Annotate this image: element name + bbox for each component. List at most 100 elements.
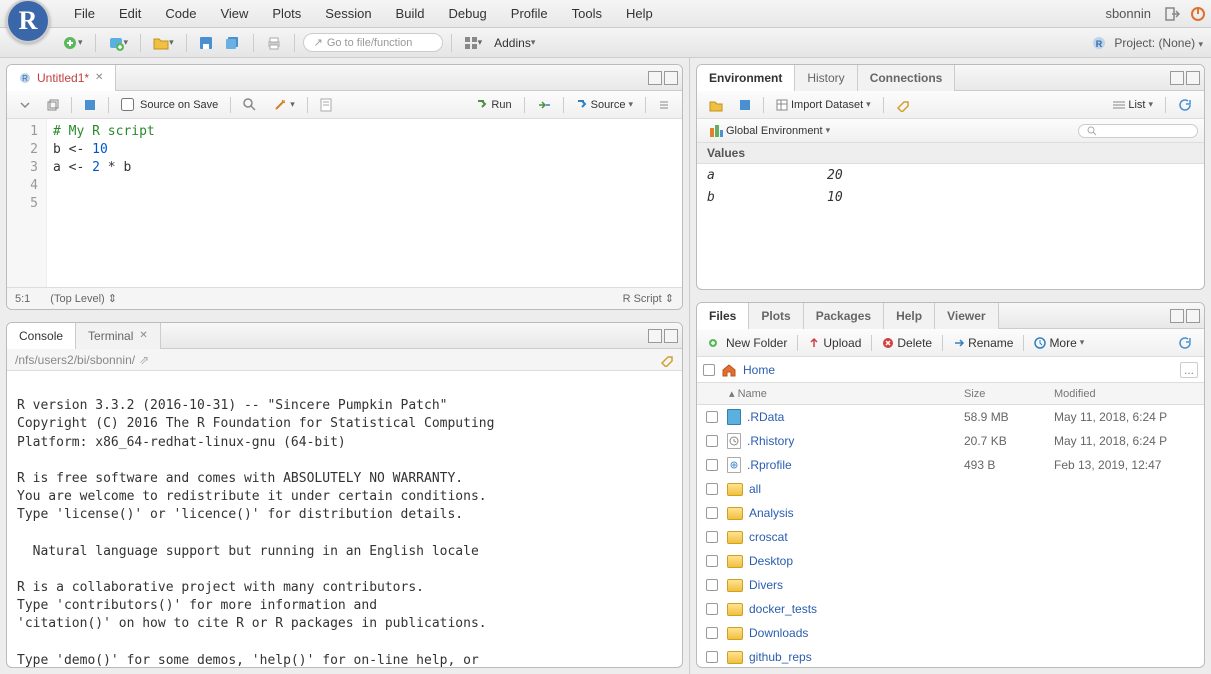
select-all-checkbox[interactable] (703, 364, 715, 376)
new-file-button[interactable]: ▾ (58, 33, 87, 53)
file-name-link[interactable]: Analysis (727, 506, 964, 520)
minimize-console-icon[interactable] (648, 329, 662, 343)
menu-plots[interactable]: Plots (260, 6, 313, 21)
outline-icon[interactable] (652, 97, 676, 113)
menu-file[interactable]: File (62, 6, 107, 21)
menu-tools[interactable]: Tools (560, 6, 614, 21)
file-name-link[interactable]: .RData (727, 409, 964, 425)
plots-tab[interactable]: Plots (749, 303, 803, 329)
maximize-env-icon[interactable] (1186, 71, 1200, 85)
environment-tab[interactable]: Environment (697, 65, 795, 91)
addins-dropdown[interactable]: Addins ▾ (490, 34, 539, 52)
menu-code[interactable]: Code (153, 6, 208, 21)
file-name-link[interactable]: Downloads (727, 626, 964, 640)
minimize-pane-icon[interactable] (648, 71, 662, 85)
refresh-files-icon[interactable] (1172, 334, 1198, 352)
file-name-link[interactable]: .Rprofile (727, 457, 964, 473)
file-checkbox[interactable] (706, 507, 718, 519)
menu-build[interactable]: Build (384, 6, 437, 21)
code-tools-icon[interactable]: ▾ (267, 96, 301, 114)
env-row[interactable]: b10 (697, 186, 1204, 208)
maximize-pane-icon[interactable] (664, 71, 678, 85)
rerun-button[interactable] (531, 97, 557, 113)
file-name-link[interactable]: all (727, 482, 964, 496)
file-checkbox[interactable] (706, 579, 718, 591)
save-button[interactable] (195, 34, 217, 52)
col-modified[interactable]: Modified (1054, 388, 1204, 400)
file-name-link[interactable]: github_reps (727, 650, 964, 664)
home-icon[interactable] (721, 362, 737, 378)
env-row[interactable]: a20 (697, 164, 1204, 186)
viewer-tab[interactable]: Viewer (935, 303, 998, 329)
env-scope-selector[interactable]: Global Environment ▾ (703, 122, 836, 140)
maximize-console-icon[interactable] (664, 329, 678, 343)
new-folder-button[interactable]: New Folder (703, 334, 793, 352)
file-checkbox[interactable] (706, 459, 718, 471)
compile-report-icon[interactable] (314, 96, 338, 114)
file-name-link[interactable]: croscat (727, 530, 964, 544)
save-workspace-icon[interactable] (733, 97, 757, 113)
file-name-link[interactable]: Desktop (727, 554, 964, 568)
terminal-tab[interactable]: Terminal ✕ (76, 323, 161, 349)
show-source-nav-icon[interactable] (13, 97, 37, 113)
menu-edit[interactable]: Edit (107, 6, 153, 21)
print-button[interactable] (262, 34, 286, 52)
menu-help[interactable]: Help (614, 6, 665, 21)
sign-out-icon[interactable] (1163, 5, 1181, 23)
goto-file-input[interactable]: ↗Go to file/function (303, 33, 443, 52)
file-name-link[interactable]: Divers (727, 578, 964, 592)
minimize-env-icon[interactable] (1170, 71, 1184, 85)
packages-tab[interactable]: Packages (804, 303, 884, 329)
source-button[interactable]: Source ▾ (570, 97, 639, 113)
file-checkbox[interactable] (706, 627, 718, 639)
import-dataset-button[interactable]: Import Dataset ▾ (770, 97, 877, 113)
file-name-link[interactable]: .Rhistory (727, 433, 964, 449)
help-tab[interactable]: Help (884, 303, 935, 329)
menu-profile[interactable]: Profile (499, 6, 560, 21)
project-selector[interactable]: Project: (None) ▾ (1114, 36, 1203, 50)
list-view-button[interactable]: List ▾ (1107, 97, 1159, 113)
save-file-icon[interactable] (78, 97, 102, 113)
file-name-link[interactable]: docker_tests (727, 602, 964, 616)
menu-session[interactable]: Session (313, 6, 383, 21)
files-tab[interactable]: Files (697, 303, 749, 329)
rename-button[interactable]: Rename (947, 334, 1019, 352)
menu-view[interactable]: View (208, 6, 260, 21)
refresh-env-icon[interactable] (1172, 96, 1198, 114)
minimize-files-icon[interactable] (1170, 309, 1184, 323)
upload-button[interactable]: Upload (802, 334, 867, 352)
code-editor[interactable]: 12345 # My R scriptb <- 10a <- 2 * b (7, 119, 682, 287)
col-name[interactable]: ▴ Name (727, 387, 964, 400)
col-size[interactable]: Size (964, 388, 1054, 400)
workspace-panes-button[interactable]: ▾ (460, 34, 487, 52)
file-checkbox[interactable] (706, 483, 718, 495)
file-checkbox[interactable] (706, 411, 718, 423)
env-search-input[interactable] (1078, 124, 1198, 138)
menu-debug[interactable]: Debug (436, 6, 498, 21)
clear-workspace-icon[interactable] (890, 96, 916, 114)
connections-tab[interactable]: Connections (858, 65, 956, 91)
scope-selector[interactable]: (Top Level) ⇕ (50, 292, 117, 305)
source-tab[interactable]: R Untitled1* ✕ (7, 65, 116, 91)
more-button[interactable]: More ▾ (1028, 334, 1090, 352)
run-button[interactable]: Run (470, 97, 517, 113)
load-workspace-icon[interactable] (703, 96, 729, 114)
new-project-button[interactable]: ▾ (104, 33, 133, 53)
console-tab[interactable]: Console (7, 323, 76, 349)
open-file-button[interactable]: ▾ (149, 34, 178, 52)
file-checkbox[interactable] (706, 603, 718, 615)
show-in-new-window-icon[interactable] (41, 97, 65, 113)
delete-button[interactable]: Delete (876, 334, 938, 352)
goto-dir-icon[interactable]: ... (1180, 362, 1198, 378)
close-terminal-icon[interactable]: ✕ (139, 330, 147, 341)
breadcrumb-home[interactable]: Home (743, 363, 775, 377)
file-checkbox[interactable] (706, 555, 718, 567)
file-checkbox[interactable] (706, 651, 718, 663)
close-tab-icon[interactable]: ✕ (95, 72, 103, 83)
console-output[interactable]: R version 3.3.2 (2016-10-31) -- "Sincere… (7, 371, 682, 667)
maximize-files-icon[interactable] (1186, 309, 1200, 323)
save-all-button[interactable] (221, 34, 245, 52)
source-on-save-checkbox[interactable]: Source on Save (115, 96, 224, 113)
find-icon[interactable] (237, 96, 263, 114)
history-tab[interactable]: History (795, 65, 857, 91)
